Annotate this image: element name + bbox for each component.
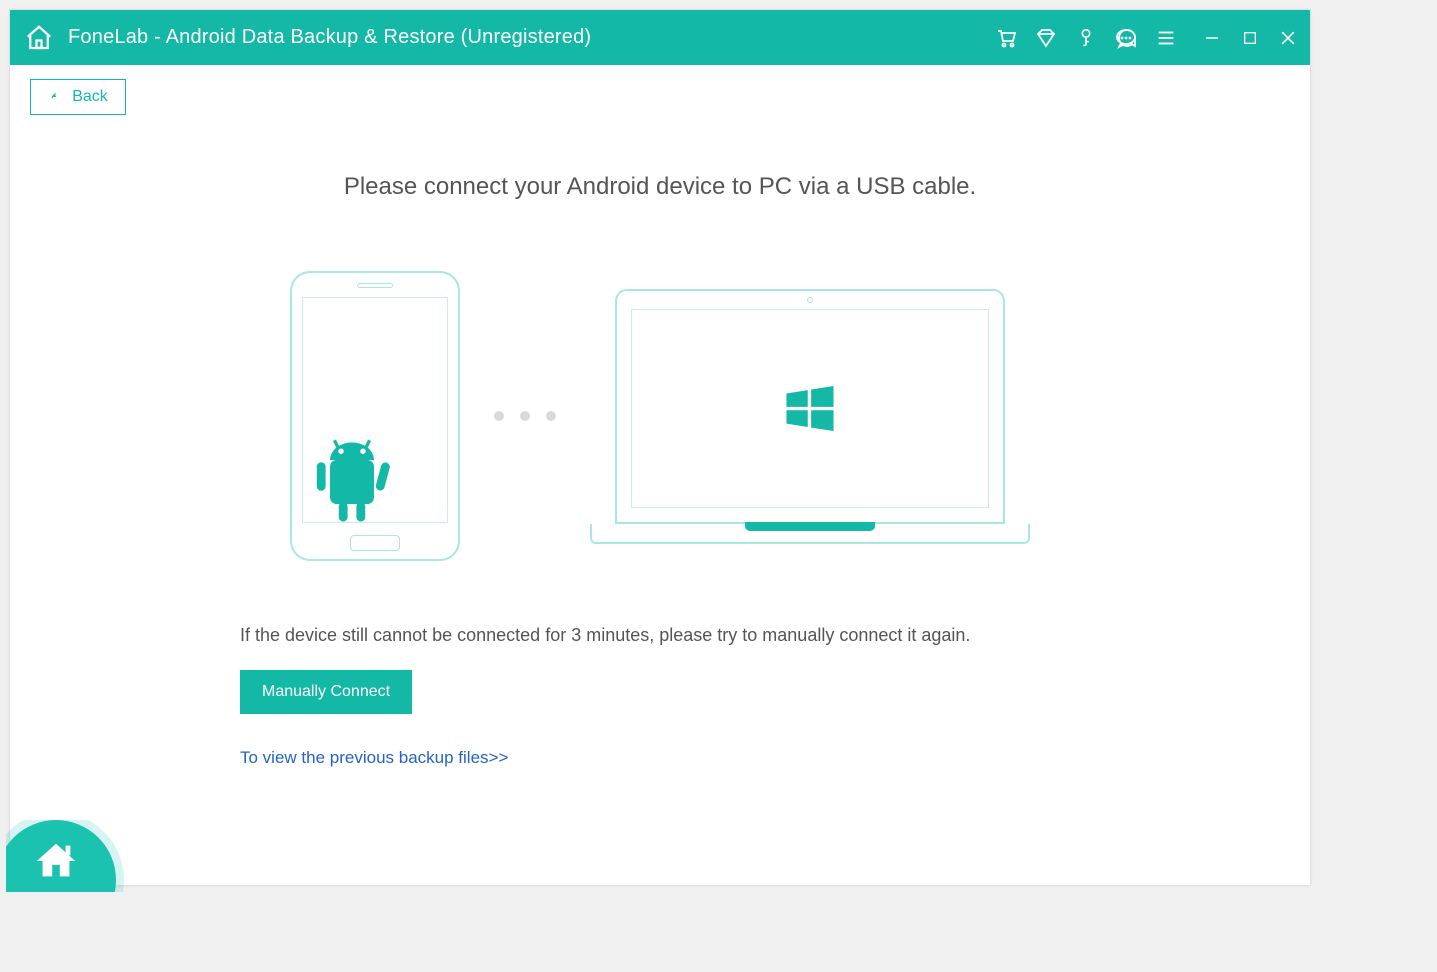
dot <box>520 411 530 421</box>
laptop-camera <box>807 297 813 303</box>
laptop-screen <box>631 309 989 508</box>
app-title: FoneLab - Android Data Backup & Restore … <box>68 26 591 49</box>
phone-speaker <box>357 283 393 288</box>
laptop-base <box>590 524 1030 544</box>
phone-home-button <box>350 535 400 551</box>
laptop-illustration <box>590 289 1030 544</box>
dot <box>494 411 504 421</box>
android-icon <box>302 416 407 523</box>
diamond-icon[interactable] <box>1034 26 1058 50</box>
titlebar: FoneLab - Android Data Backup & Restore … <box>10 10 1310 65</box>
manually-connect-button[interactable]: Manually Connect <box>240 670 412 714</box>
floating-home-button[interactable] <box>6 820 126 892</box>
headline-text: Please connect your Android device to PC… <box>30 173 1290 201</box>
key-icon[interactable] <box>1074 26 1098 50</box>
minimize-icon[interactable] <box>1202 28 1222 48</box>
connection-dots <box>494 411 556 421</box>
app-window: FoneLab - Android Data Backup & Restore … <box>10 10 1310 885</box>
window-controls <box>1202 28 1298 48</box>
main-area: Please connect your Android device to PC… <box>30 115 1290 768</box>
home-icon[interactable] <box>22 21 56 55</box>
dot <box>546 411 556 421</box>
windows-icon <box>782 380 838 436</box>
titlebar-action-icons <box>994 26 1178 50</box>
view-previous-link[interactable]: To view the previous backup files>> <box>240 748 1080 768</box>
back-label: Back <box>72 88 108 106</box>
laptop-hinge <box>745 522 875 531</box>
close-icon[interactable] <box>1278 28 1298 48</box>
laptop-body <box>615 289 1005 524</box>
back-button[interactable]: Back <box>30 79 126 115</box>
menu-icon[interactable] <box>1154 26 1178 50</box>
maximize-icon[interactable] <box>1240 28 1260 48</box>
chat-icon[interactable] <box>1114 26 1138 50</box>
home-icon <box>33 838 79 884</box>
cart-icon[interactable] <box>994 26 1018 50</box>
bottom-section: If the device still cannot be connected … <box>240 625 1080 768</box>
illustration-row <box>30 271 1290 561</box>
phone-screen <box>302 297 448 523</box>
content-area: Back Please connect your Android device … <box>10 65 1310 885</box>
hint-text: If the device still cannot be connected … <box>240 625 1080 646</box>
phone-illustration <box>290 271 460 561</box>
back-arrow-icon <box>48 90 62 104</box>
